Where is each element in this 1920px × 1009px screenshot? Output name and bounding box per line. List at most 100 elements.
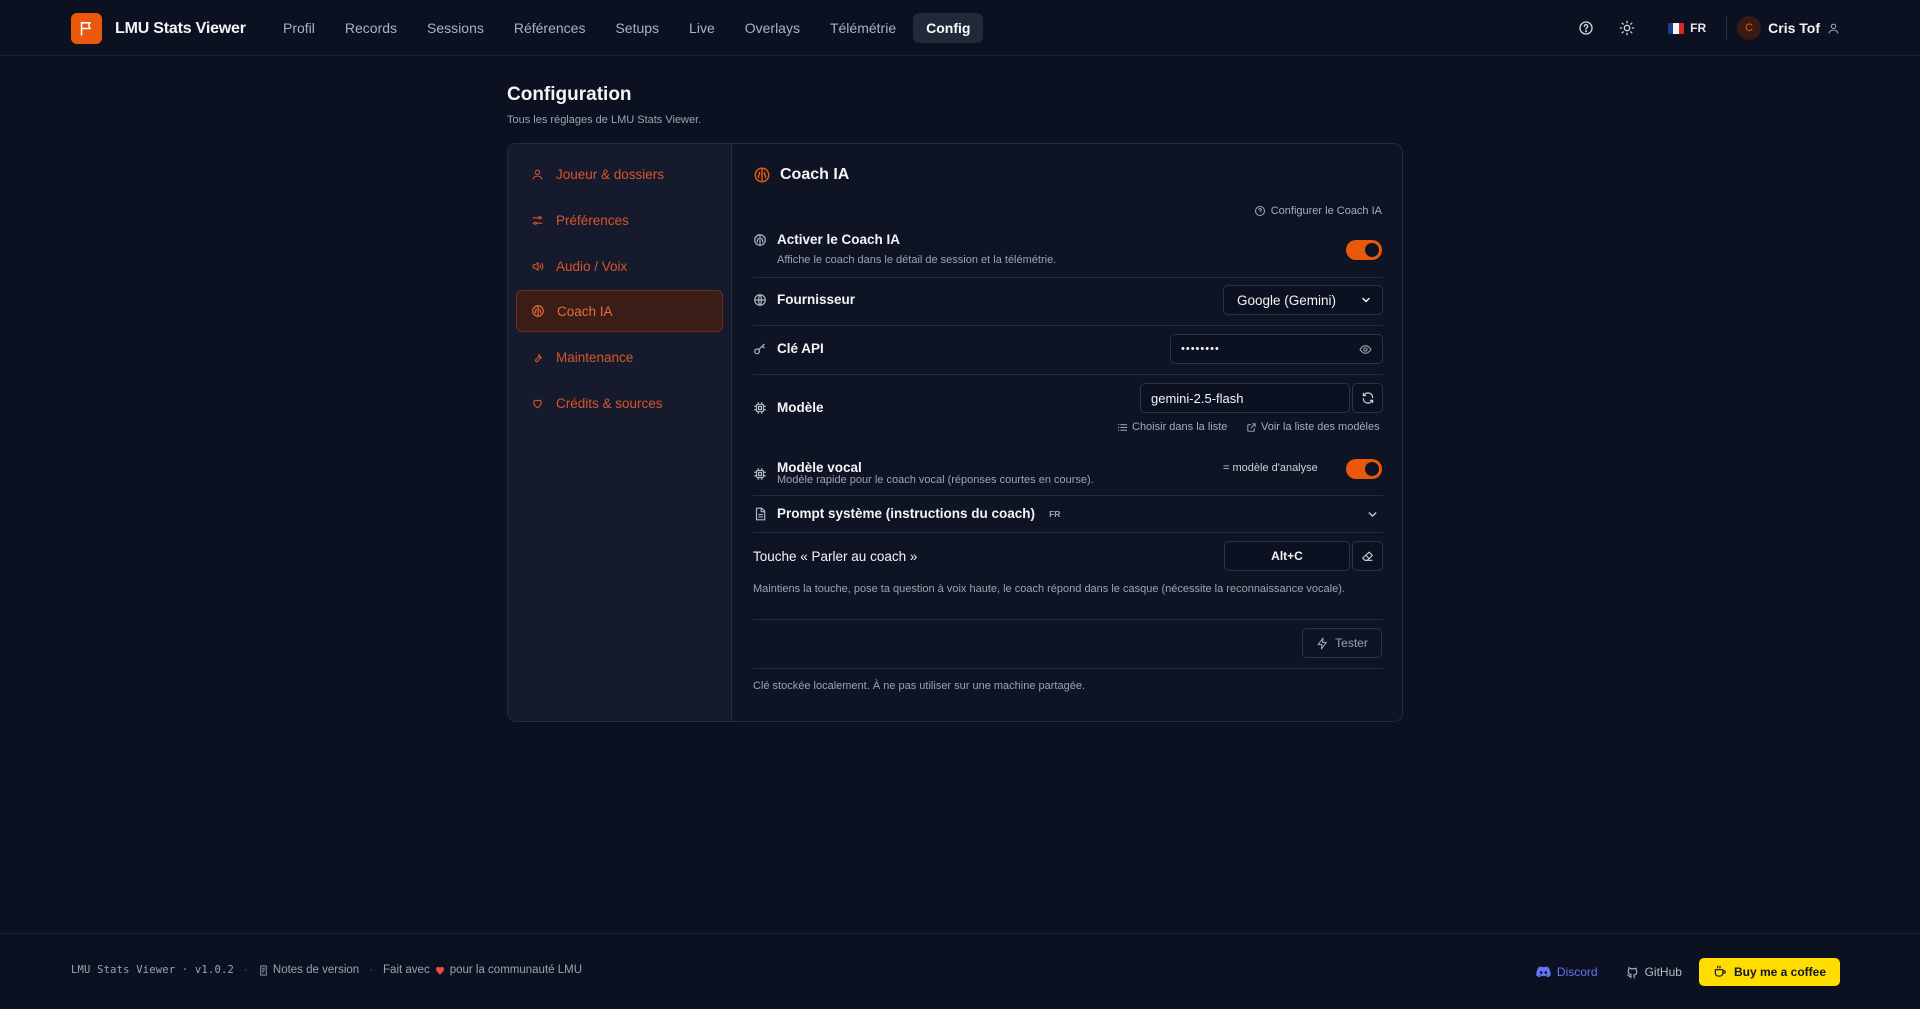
sliders-icon: [530, 213, 544, 227]
chevron-down-icon[interactable]: [1366, 508, 1379, 521]
provider-select[interactable]: Google (Gemini): [1223, 285, 1383, 315]
sidebar-item-coach-ia[interactable]: Coach IA: [516, 290, 723, 332]
provider-label-text: Fournisseur: [777, 292, 856, 307]
hotkey-input[interactable]: Alt+C: [1224, 541, 1350, 571]
footer-right: Discord GitHub Buy me a coffee: [1508, 958, 1840, 986]
release-notes-text: Notes de version: [272, 964, 360, 976]
footer-left: LMU Stats Viewer · v1.0.2 · Notes de ver…: [71, 964, 582, 976]
user-icon: [530, 167, 544, 181]
nav-setups[interactable]: Setups: [602, 13, 672, 43]
section-title-text: Coach IA: [780, 166, 850, 183]
list-icon: [1117, 422, 1128, 433]
api-key-input[interactable]: ••••••••: [1170, 334, 1383, 364]
enable-coach-label: Activer le Coach IA: [753, 232, 900, 247]
nav-records[interactable]: Records: [332, 13, 410, 43]
view-models-link-text: Voir la liste des modèles: [1261, 421, 1380, 433]
sidebar-item-label: Coach IA: [557, 303, 613, 319]
provider-label: Fournisseur: [753, 292, 855, 307]
eye-icon[interactable]: [1359, 343, 1372, 356]
header-divider: [1726, 16, 1728, 40]
key-icon: [753, 342, 767, 356]
separator-dot: ·: [369, 964, 374, 976]
user-icon: [1827, 22, 1840, 35]
system-prompt-header[interactable]: Prompt système (instructions du coach) F…: [753, 506, 1060, 521]
discord-link-text: Discord: [1556, 965, 1598, 979]
coffee-cup-icon: [1713, 965, 1727, 979]
voice-model-toggle[interactable]: [1346, 459, 1382, 479]
choose-model-link-text: Choisir dans la liste: [1132, 421, 1228, 433]
lightning-icon: [1316, 637, 1329, 650]
heart-icon: [530, 396, 544, 410]
made-with-prefix: Fait avec: [383, 964, 430, 976]
enable-coach-label-text: Activer le Coach IA: [777, 232, 901, 247]
api-key-value: ••••••••: [1181, 343, 1220, 355]
view-models-link[interactable]: Voir la liste des modèles: [1246, 421, 1380, 433]
page-subtitle: Tous les réglages de LMU Stats Viewer.: [507, 114, 702, 126]
notes-icon: [258, 964, 269, 976]
choose-model-link[interactable]: Choisir dans la liste: [1117, 421, 1227, 433]
provider-select-value: Google (Gemini): [1237, 292, 1337, 308]
sidebar-item-label: Audio / Voix: [556, 258, 628, 274]
nav-references[interactable]: Références: [501, 13, 599, 43]
tester-button-label: Tester: [1335, 636, 1368, 650]
nav-profil[interactable]: Profil: [270, 13, 328, 43]
hotkey-value: Alt+C: [1271, 549, 1303, 563]
language-switcher[interactable]: FR: [1668, 21, 1706, 35]
tester-button[interactable]: Tester: [1302, 628, 1382, 658]
wrench-icon: [530, 350, 544, 364]
buy-me-a-coffee-button[interactable]: Buy me a coffee: [1698, 958, 1840, 986]
speaker-icon: [530, 259, 544, 273]
chevron-down-icon: [1360, 294, 1372, 306]
nav-telemetrie[interactable]: Télémétrie: [817, 13, 909, 43]
release-notes-link[interactable]: Notes de version: [258, 964, 359, 976]
document-icon: [753, 507, 767, 521]
brain-icon: [753, 166, 771, 184]
sidebar-item-joueur[interactable]: Joueur & dossiers: [516, 153, 723, 195]
same-model-label: = modèle d'analyse: [1223, 462, 1318, 474]
refresh-models-button[interactable]: [1352, 383, 1383, 413]
discord-link[interactable]: Discord: [1536, 965, 1598, 979]
github-link-text: GitHub: [1644, 965, 1682, 979]
nav-config[interactable]: Config: [913, 13, 984, 43]
model-label-text: Modèle: [777, 400, 824, 415]
sidebar-item-audio[interactable]: Audio / Voix: [516, 245, 723, 287]
help-icon[interactable]: [1571, 13, 1601, 43]
user-menu[interactable]: C Cris Tof: [1737, 16, 1840, 40]
language-code: FR: [1690, 21, 1707, 35]
divider: [753, 668, 1383, 669]
sidebar-item-preferences[interactable]: Préférences: [516, 199, 723, 241]
clear-hotkey-button[interactable]: [1352, 541, 1383, 571]
nav-live[interactable]: Live: [676, 13, 728, 43]
eraser-icon: [1361, 550, 1374, 563]
configure-coach-link[interactable]: Configurer le Coach IA: [1254, 205, 1382, 217]
main-nav: Profil Records Sessions Références Setup…: [270, 13, 984, 43]
nav-sessions[interactable]: Sessions: [414, 13, 497, 43]
coach-settings-panel: Coach IA Configurer le Coach IA Activer …: [732, 144, 1402, 721]
sidebar-item-credits[interactable]: Crédits & sources: [516, 382, 723, 424]
sidebar-item-label: Joueur & dossiers: [556, 166, 665, 182]
brain-icon: [753, 233, 767, 247]
refresh-icon: [1361, 391, 1375, 405]
model-input[interactable]: gemini-2.5-flash: [1140, 383, 1350, 413]
github-link[interactable]: GitHub: [1626, 965, 1682, 979]
sun-theme-icon[interactable]: [1612, 13, 1642, 43]
brand[interactable]: LMU Stats Viewer: [71, 13, 246, 44]
user-name: Cris Tof: [1768, 20, 1820, 36]
api-key-label: Clé API: [753, 341, 824, 356]
version-text: LMU Stats Viewer · v1.0.2: [71, 964, 235, 976]
divider: [753, 325, 1383, 326]
enable-coach-toggle[interactable]: [1346, 240, 1382, 260]
made-with-suffix: pour la communauté LMU: [449, 964, 583, 976]
divider: [753, 277, 1383, 278]
system-prompt-label: Prompt système (instructions du coach): [777, 506, 1036, 521]
voice-model-desc: Modèle rapide pour le coach vocal (répon…: [777, 474, 1094, 486]
language-tag: FR: [1049, 508, 1061, 519]
sidebar-item-maintenance[interactable]: Maintenance: [516, 336, 723, 378]
brain-icon: [531, 304, 545, 318]
nav-overlays[interactable]: Overlays: [732, 13, 813, 43]
globe-icon: [753, 293, 767, 307]
voice-model-label-text: Modèle vocal: [777, 459, 862, 475]
help-icon: [1254, 205, 1266, 217]
sidebar-item-label: Préférences: [556, 212, 629, 228]
heart-icon: [434, 964, 446, 976]
